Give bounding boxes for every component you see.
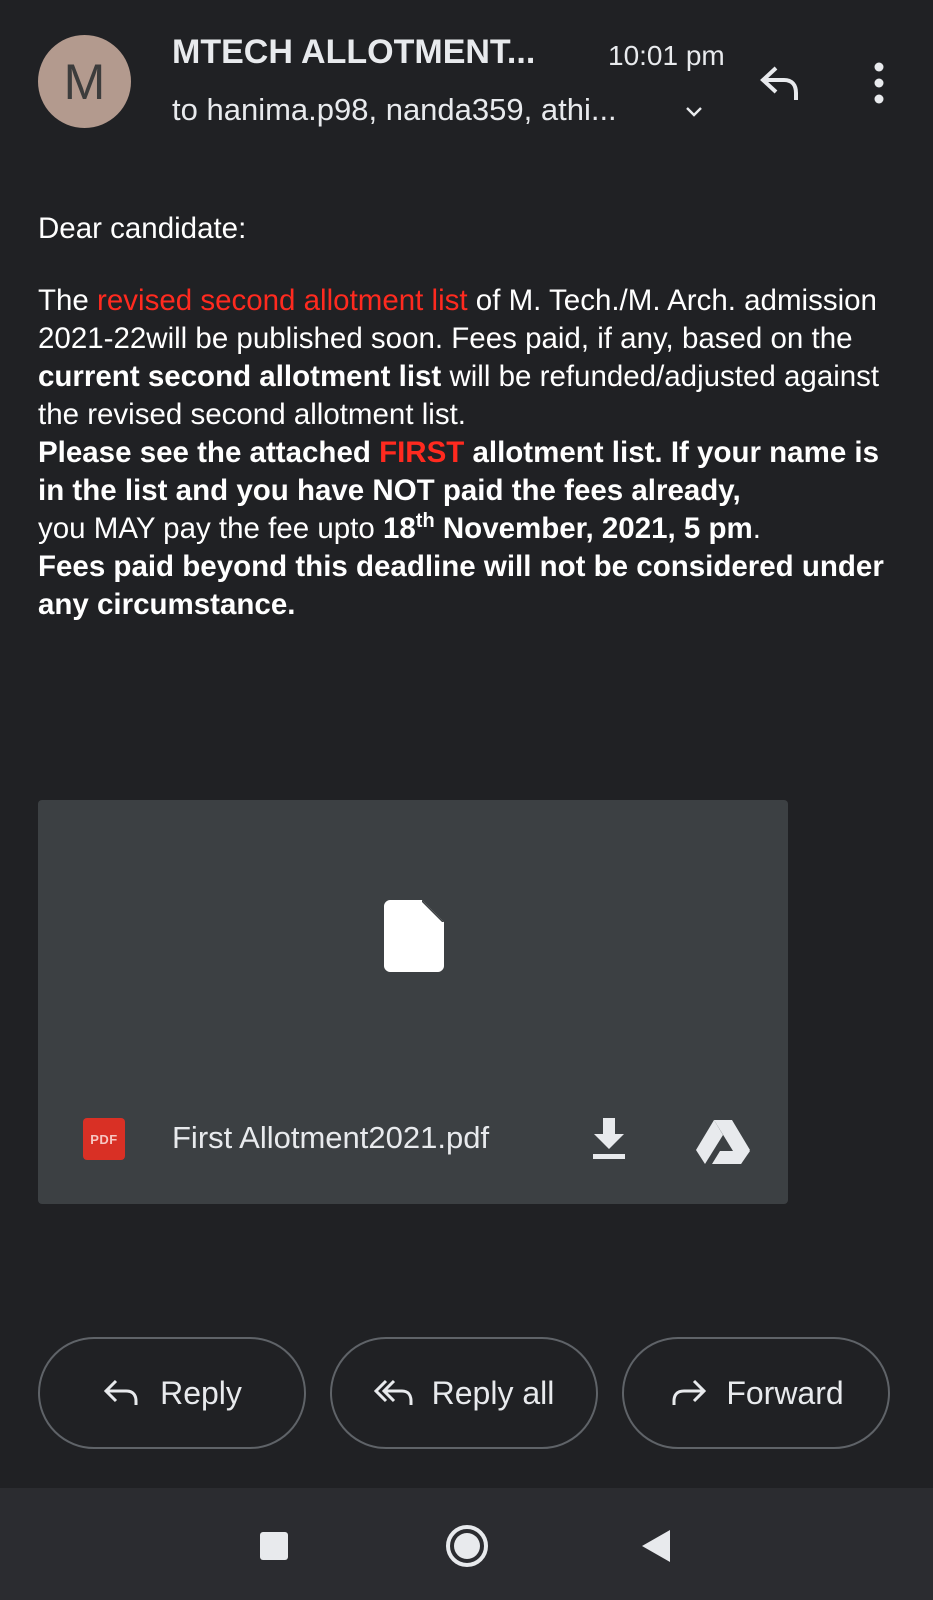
bold-text: current second allotment list bbox=[38, 360, 442, 393]
system-nav-bar bbox=[0, 1488, 933, 1600]
reply-icon[interactable] bbox=[758, 60, 804, 106]
reply-all-button[interactable]: Reply all bbox=[330, 1337, 598, 1449]
drive-icon[interactable] bbox=[696, 1118, 750, 1164]
text-span: . bbox=[752, 512, 761, 545]
more-vert-icon[interactable] bbox=[870, 60, 888, 106]
highlight-text: revised second allotment list bbox=[97, 284, 468, 317]
paragraph-4: Fees paid beyond this deadline will not … bbox=[38, 548, 898, 624]
text-span: you MAY pay the fee upto bbox=[38, 512, 383, 545]
text-span: The bbox=[38, 284, 98, 317]
reply-all-icon bbox=[373, 1379, 413, 1405]
download-icon[interactable] bbox=[591, 1116, 627, 1162]
home-icon[interactable] bbox=[444, 1523, 490, 1569]
pdf-badge-icon: PDF bbox=[83, 1118, 125, 1160]
sender-avatar[interactable]: M bbox=[38, 35, 131, 128]
paragraph-3: you MAY pay the fee upto 18th November, … bbox=[38, 510, 898, 548]
reply-icon bbox=[103, 1379, 138, 1405]
email-body: Dear candidate: The revised second allot… bbox=[38, 210, 898, 624]
reply-button[interactable]: Reply bbox=[38, 1337, 306, 1449]
reply-all-label: Reply all bbox=[431, 1374, 555, 1411]
email-time: 10:01 pm bbox=[608, 40, 725, 71]
paragraph-1: The revised second allotment list of M. … bbox=[38, 282, 898, 434]
email-subject: MTECH ALLOTMENT... bbox=[172, 33, 536, 71]
attachment-file-name[interactable]: First Allotment2021.pdf bbox=[172, 1120, 489, 1156]
forward-label: Forward bbox=[726, 1374, 844, 1411]
recents-icon[interactable] bbox=[260, 1532, 288, 1560]
highlight-text: FIRST bbox=[379, 436, 465, 469]
forward-icon bbox=[672, 1379, 707, 1405]
date-rest: November, 2021, 5 pm bbox=[434, 512, 753, 545]
attachment-card[interactable]: PDF First Allotment2021.pdf bbox=[38, 800, 788, 1204]
bold-text: Please see the attached bbox=[38, 436, 380, 469]
date-day: 18 bbox=[382, 512, 416, 545]
date-suffix: th bbox=[415, 510, 435, 533]
paragraph-2: Please see the attached FIRST allotment … bbox=[38, 434, 898, 510]
chevron-down-icon[interactable] bbox=[682, 100, 706, 124]
back-icon[interactable] bbox=[640, 1528, 672, 1564]
reply-label: Reply bbox=[160, 1374, 242, 1411]
recipients-line[interactable]: to hanima.p98, nanda359, athi... bbox=[172, 92, 617, 128]
bold-text: Fees paid beyond this deadline will not … bbox=[38, 550, 884, 621]
greeting: Dear candidate: bbox=[38, 212, 247, 245]
file-icon bbox=[384, 900, 444, 972]
forward-button[interactable]: Forward bbox=[622, 1337, 890, 1449]
